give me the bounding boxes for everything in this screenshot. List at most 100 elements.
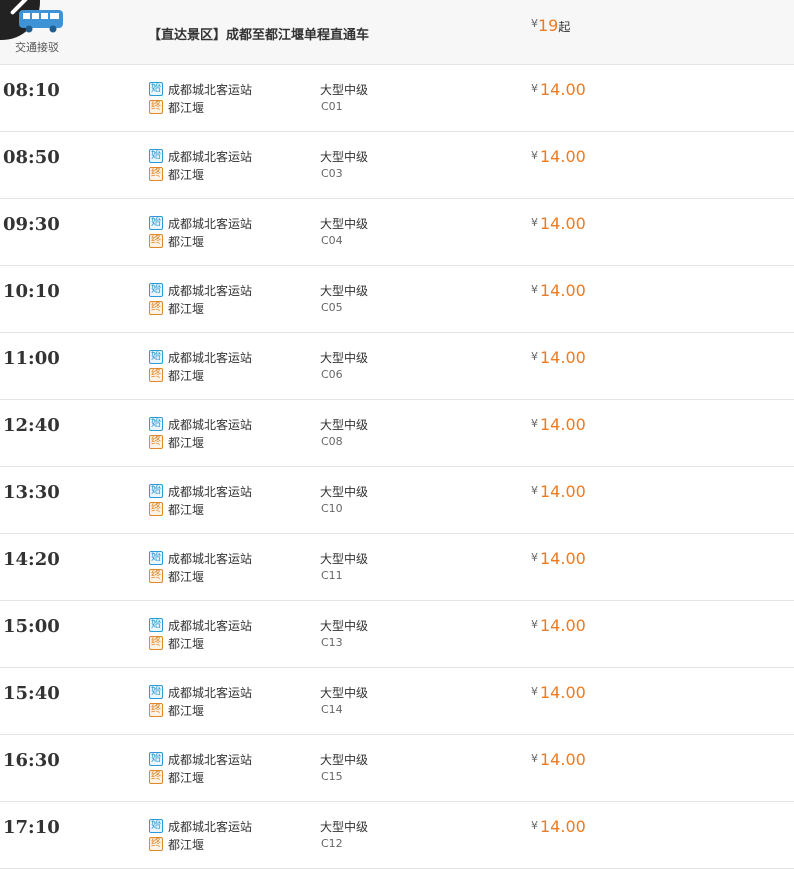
bus-code: C05: [321, 301, 343, 314]
start-tag: 始: [149, 82, 163, 96]
end-tag: 终: [149, 770, 163, 784]
start-tag: 始: [149, 618, 163, 632]
price-amount: 14.00: [540, 549, 586, 568]
destination-stop: 终都江堰: [149, 769, 204, 785]
bus-code: C11: [321, 569, 343, 582]
ticket-price: ¥14.00: [531, 549, 586, 568]
price-amount: 14.00: [540, 415, 586, 434]
destination-name: 都江堰: [168, 368, 205, 383]
bus-code: C06: [321, 368, 343, 381]
end-tag: 终: [149, 569, 163, 583]
destination-stop: 终都江堰: [149, 836, 204, 852]
origin-name: 成都城北客运站: [168, 819, 253, 834]
price-amount: 14.00: [540, 482, 586, 501]
bus-type: 大型中级: [320, 753, 369, 767]
ticket-price: ¥14.00: [531, 147, 586, 166]
destination-stop: 终都江堰: [149, 166, 204, 182]
start-tag: 始: [149, 752, 163, 766]
destination-stop: 终都江堰: [149, 300, 204, 316]
start-tag: 始: [149, 350, 163, 364]
bus-code: C01: [321, 100, 343, 113]
price-amount: 14.00: [540, 683, 586, 702]
currency-symbol: ¥: [531, 283, 538, 296]
departure-row[interactable]: 13:30 始成都城北客运站终都江堰 大型中级 C10 ¥14.00: [0, 467, 794, 534]
destination-name: 都江堰: [168, 502, 205, 517]
departure-row[interactable]: 15:00 始成都城北客运站终都江堰 大型中级 C13 ¥14.00: [0, 601, 794, 668]
end-tag: 终: [149, 703, 163, 717]
departure-row[interactable]: 14:20 始成都城北客运站终都江堰 大型中级 C11 ¥14.00: [0, 534, 794, 601]
departure-row[interactable]: 16:30 始成都城北客运站终都江堰 大型中级 C15 ¥14.00: [0, 735, 794, 802]
departure-list: 08:10 始成都城北客运站终都江堰 大型中级 C01 ¥14.00 08:50 始成都城北…: [0, 65, 794, 869]
currency-symbol: ¥: [531, 149, 538, 162]
currency-symbol: ¥: [531, 618, 538, 631]
destination-stop: 终都江堰: [149, 635, 204, 651]
bus-type: 大型中级: [320, 418, 369, 432]
end-tag: 终: [149, 301, 163, 315]
currency-symbol: ¥: [531, 752, 538, 765]
price-amount: 14.00: [540, 214, 586, 233]
start-tag: 始: [149, 484, 163, 498]
product-header: 交通接驳 【直达景区】成都至都江堰单程直通车 ¥19起: [0, 0, 794, 65]
bus-type: 大型中级: [320, 485, 369, 499]
currency-symbol: ¥: [531, 216, 538, 229]
bus-type: 大型中级: [320, 284, 369, 298]
bus-icon: [19, 10, 63, 33]
origin-stop: 始成都城北客运站: [149, 483, 252, 499]
bus-code: C03: [321, 167, 343, 180]
departure-row[interactable]: 17:10 始成都城北客运站终都江堰 大型中级 C12 ¥14.00: [0, 802, 794, 869]
departure-row[interactable]: 08:50 始成都城北客运站终都江堰 大型中级 C03 ¥14.00: [0, 132, 794, 199]
end-tag: 终: [149, 636, 163, 650]
origin-name: 成都城北客运站: [168, 82, 253, 97]
departure-row[interactable]: 12:40 始成都城北客运站终都江堰 大型中级 C08 ¥14.00: [0, 400, 794, 467]
destination-name: 都江堰: [168, 100, 205, 115]
end-tag: 终: [149, 368, 163, 382]
start-tag: 始: [149, 283, 163, 297]
destination-name: 都江堰: [168, 837, 205, 852]
price-amount: 14.00: [540, 616, 586, 635]
origin-stop: 始成都城北客运站: [149, 684, 252, 700]
ticket-price: ¥14.00: [531, 80, 586, 99]
bus-type: 大型中级: [320, 619, 369, 633]
destination-stop: 终都江堰: [149, 367, 204, 383]
origin-stop: 始成都城北客运站: [149, 818, 252, 834]
bus-type: 大型中级: [320, 217, 369, 231]
product-title[interactable]: 【直达景区】成都至都江堰单程直通车: [148, 24, 369, 43]
departure-time: 17:10: [3, 817, 60, 838]
bus-type: 大型中级: [320, 150, 369, 164]
end-tag: 终: [149, 100, 163, 114]
currency-symbol: ¥: [531, 685, 538, 698]
price-amount: 14.00: [540, 281, 586, 300]
departure-row[interactable]: 15:40 始成都城北客运站终都江堰 大型中级 C14 ¥14.00: [0, 668, 794, 735]
bus-code: C13: [321, 636, 343, 649]
end-tag: 终: [149, 837, 163, 851]
bus-type: 大型中级: [320, 83, 369, 97]
start-tag: 始: [149, 417, 163, 431]
bus-code: C04: [321, 234, 343, 247]
currency-symbol: ¥: [531, 484, 538, 497]
departure-time: 10:10: [3, 281, 60, 302]
price-amount: 19: [538, 16, 559, 35]
price-amount: 14.00: [540, 147, 586, 166]
start-tag: 始: [149, 551, 163, 565]
departure-row[interactable]: 11:00 始成都城北客运站终都江堰 大型中级 C06 ¥14.00: [0, 333, 794, 400]
departure-row[interactable]: 09:30 始成都城北客运站终都江堰 大型中级 C04 ¥14.00: [0, 199, 794, 266]
category-label: 交通接驳: [15, 41, 59, 54]
departure-time: 09:30: [3, 214, 60, 235]
currency-symbol: ¥: [531, 350, 538, 363]
currency-symbol: ¥: [531, 551, 538, 564]
ticket-price: ¥14.00: [531, 214, 586, 233]
ticket-price: ¥14.00: [531, 482, 586, 501]
departure-row[interactable]: 08:10 始成都城北客运站终都江堰 大型中级 C01 ¥14.00: [0, 65, 794, 132]
ticket-price: ¥14.00: [531, 817, 586, 836]
price-amount: 14.00: [540, 817, 586, 836]
bus-type: 大型中级: [320, 686, 369, 700]
departure-row[interactable]: 10:10 始成都城北客运站终都江堰 大型中级 C05 ¥14.00: [0, 266, 794, 333]
end-tag: 终: [149, 502, 163, 516]
destination-stop: 终都江堰: [149, 99, 204, 115]
origin-name: 成都城北客运站: [168, 216, 253, 231]
currency-symbol: ¥: [531, 417, 538, 430]
bus-type: 大型中级: [320, 351, 369, 365]
departure-time: 12:40: [3, 415, 60, 436]
currency-symbol: ¥: [531, 82, 538, 95]
destination-stop: 终都江堰: [149, 702, 204, 718]
